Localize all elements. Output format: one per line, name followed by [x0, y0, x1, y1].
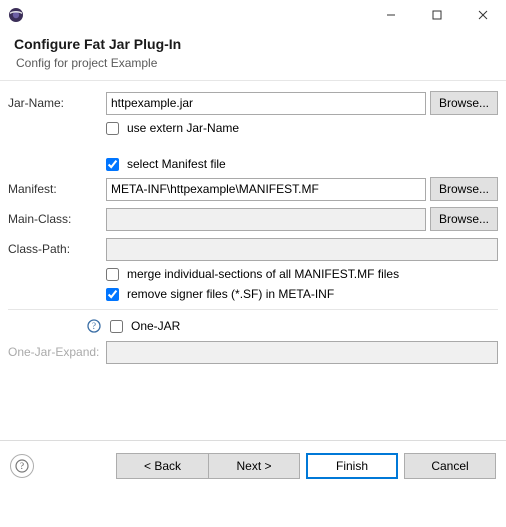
close-button[interactable]: [460, 0, 506, 30]
use-extern-jar-name-label: use extern Jar-Name: [127, 121, 239, 135]
svg-text:?: ?: [92, 321, 96, 331]
jar-name-label: Jar-Name:: [8, 96, 106, 110]
merge-sections-checkbox[interactable]: [106, 268, 119, 281]
remove-signer-checkbox[interactable]: [106, 288, 119, 301]
form-area: Jar-Name: Browse... use extern Jar-Name …: [0, 81, 506, 380]
wizard-banner: Configure Fat Jar Plug-In Config for pro…: [0, 30, 506, 81]
jar-name-browse-button[interactable]: Browse...: [430, 91, 498, 115]
help-icon[interactable]: ?: [86, 318, 102, 334]
one-jar-expand-label: One-Jar-Expand:: [8, 345, 106, 359]
minimize-button[interactable]: [368, 0, 414, 30]
svg-text:?: ?: [20, 461, 24, 471]
one-jar-label: One-JAR: [131, 319, 180, 333]
one-jar-expand-input: [106, 341, 498, 364]
use-extern-jar-name-checkbox[interactable]: [106, 122, 119, 135]
merge-sections-label: merge individual-sections of all MANIFES…: [127, 267, 399, 281]
cancel-button[interactable]: Cancel: [404, 453, 496, 479]
main-class-input: [106, 208, 426, 231]
class-path-label: Class-Path:: [8, 242, 106, 256]
window-controls: [368, 0, 506, 30]
main-class-label: Main-Class:: [8, 212, 106, 226]
next-button[interactable]: Next >: [208, 453, 300, 479]
jar-name-input[interactable]: [106, 92, 426, 115]
maximize-button[interactable]: [414, 0, 460, 30]
manifest-browse-button[interactable]: Browse...: [430, 177, 498, 201]
help-button[interactable]: ?: [10, 454, 34, 478]
separator: [8, 309, 498, 310]
wizard-subtitle: Config for project Example: [14, 56, 492, 70]
main-class-browse-button[interactable]: Browse...: [430, 207, 498, 231]
titlebar: [0, 0, 506, 30]
manifest-label: Manifest:: [8, 182, 106, 196]
class-path-input: [106, 238, 498, 261]
app-icon: [8, 7, 24, 23]
remove-signer-label: remove signer files (*.SF) in META-INF: [127, 287, 334, 301]
finish-button[interactable]: Finish: [306, 453, 398, 479]
back-button[interactable]: < Back: [116, 453, 208, 479]
select-manifest-file-checkbox[interactable]: [106, 158, 119, 171]
select-manifest-file-label: select Manifest file: [127, 157, 226, 171]
wizard-title: Configure Fat Jar Plug-In: [14, 36, 492, 52]
one-jar-checkbox[interactable]: [110, 320, 123, 333]
manifest-input[interactable]: [106, 178, 426, 201]
wizard-footer: ? < Back Next > Finish Cancel: [0, 441, 506, 491]
